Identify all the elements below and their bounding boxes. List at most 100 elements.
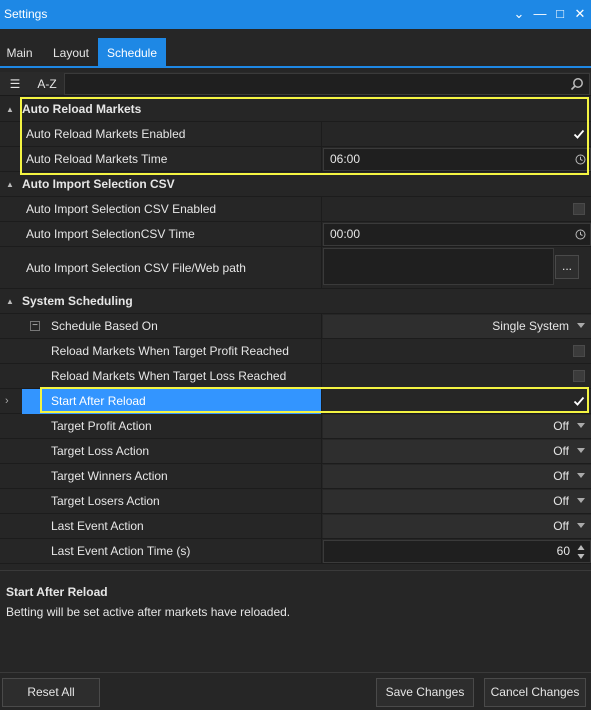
property-row[interactable]: Auto Reload Markets Time 06:00 [0, 147, 591, 172]
dropdown-value: Off [553, 469, 569, 483]
reset-all-button[interactable]: Reset All [2, 678, 100, 707]
maximize-icon[interactable]: □ [550, 4, 570, 24]
tab-bar: Main Layout Schedule [0, 38, 591, 68]
property-label: Target Winners Action [51, 469, 168, 483]
expand-collapse-icon[interactable]: − [30, 321, 40, 331]
csv-path-input[interactable] [323, 248, 554, 285]
browse-button[interactable]: ... [555, 255, 579, 279]
property-row[interactable]: Auto Reload Markets Enabled [0, 122, 591, 147]
property-value [321, 122, 591, 147]
target-losers-action-dropdown[interactable]: Off [323, 490, 591, 513]
cancel-changes-button[interactable]: Cancel Changes [484, 678, 586, 707]
time-value: 00:00 [330, 227, 361, 241]
property-label: Target Loss Action [51, 444, 150, 458]
footer-bar: Reset All Save Changes Cancel Changes [0, 672, 591, 710]
property-row[interactable]: Last Event Action Time (s) 60 [0, 539, 591, 564]
property-row[interactable]: Target Profit Action Off [0, 414, 591, 439]
auto-reload-enabled-checkbox[interactable] [573, 128, 585, 140]
property-value [321, 197, 591, 222]
property-value: Off [321, 414, 591, 439]
property-label: Last Event Action [51, 519, 144, 533]
tab-schedule[interactable]: Schedule [98, 38, 166, 68]
chevron-down-icon[interactable]: ⌄ [509, 4, 529, 24]
property-label: Target Profit Action [51, 419, 152, 433]
reload-target-profit-checkbox[interactable] [573, 345, 585, 357]
clock-icon[interactable] [575, 229, 586, 240]
property-value [321, 364, 591, 389]
close-icon[interactable]: ✕ [570, 4, 590, 24]
chevron-down-icon [577, 498, 585, 503]
property-value: ... [321, 247, 591, 289]
description-title: Start After Reload [6, 585, 108, 599]
start-after-reload-checkbox[interactable] [573, 395, 585, 407]
property-row[interactable]: Auto Import Selection CSV File/Web path … [0, 247, 591, 289]
description-panel: Start After Reload Betting will be set a… [0, 570, 591, 670]
collapse-arrow-icon[interactable]: ▲ [6, 97, 14, 122]
chevron-down-icon [577, 323, 585, 328]
target-loss-action-dropdown[interactable]: Off [323, 440, 591, 463]
property-row[interactable]: Last Event Action Off [0, 514, 591, 539]
property-label: Target Losers Action [51, 494, 160, 508]
search-icon[interactable] [570, 77, 584, 91]
property-grid: ▲ Auto Reload Markets Auto Reload Market… [0, 97, 591, 567]
tab-main[interactable]: Main [0, 38, 39, 68]
collapse-arrow-icon[interactable]: ▲ [6, 289, 14, 314]
property-value [321, 389, 591, 414]
property-row[interactable]: Target Losers Action Off [0, 489, 591, 514]
property-label: Reload Markets When Target Profit Reache… [51, 344, 289, 358]
tab-layout[interactable]: Layout [45, 38, 97, 68]
property-row[interactable]: Auto Import SelectionCSV Time 00:00 [0, 222, 591, 247]
save-changes-button[interactable]: Save Changes [376, 678, 474, 707]
category-system-scheduling[interactable]: ▲ System Scheduling [0, 289, 591, 314]
property-value: 60 [321, 539, 591, 564]
property-label: Auto Reload Markets Time [26, 152, 168, 166]
property-label: Auto Import Selection CSV File/Web path [26, 261, 246, 275]
dropdown-value: Single System [492, 319, 569, 333]
property-value: 00:00 [321, 222, 591, 247]
target-profit-action-dropdown[interactable]: Off [323, 415, 591, 438]
target-winners-action-dropdown[interactable]: Off [323, 465, 591, 488]
window-title: Settings [4, 7, 48, 21]
spin-buttons-icon[interactable] [577, 544, 585, 560]
sort-az-button[interactable]: A-Z [31, 72, 63, 96]
property-row[interactable]: − Schedule Based On Single System [0, 314, 591, 339]
category-title: System Scheduling [22, 294, 133, 308]
last-event-action-dropdown[interactable]: Off [323, 515, 591, 538]
chevron-down-icon [577, 423, 585, 428]
category-title: Auto Reload Markets [22, 102, 142, 116]
chevron-down-icon [577, 523, 585, 528]
dropdown-value: Off [553, 494, 569, 508]
property-label: Start After Reload [51, 394, 146, 408]
auto-import-enabled-checkbox[interactable] [573, 203, 585, 215]
description-body: Betting will be set active after markets… [6, 605, 291, 619]
property-label: Reload Markets When Target Loss Reached [51, 369, 287, 383]
property-label: Auto Reload Markets Enabled [26, 127, 186, 141]
property-row[interactable]: Auto Import Selection CSV Enabled [0, 197, 591, 222]
dropdown-value: Off [553, 519, 569, 533]
property-label: Schedule Based On [51, 319, 158, 333]
last-event-time-stepper[interactable]: 60 [323, 540, 591, 563]
property-value [321, 339, 591, 364]
property-label: Last Event Action Time (s) [51, 544, 191, 558]
auto-reload-time-field[interactable]: 06:00 [323, 148, 591, 171]
property-row[interactable]: Target Loss Action Off [0, 439, 591, 464]
number-value: 60 [556, 544, 570, 558]
category-auto-reload-markets[interactable]: ▲ Auto Reload Markets [0, 97, 591, 122]
categorized-view-icon[interactable]: ☰ [2, 72, 28, 96]
collapse-arrow-icon[interactable]: ▲ [6, 172, 14, 197]
search-input[interactable] [64, 73, 590, 95]
category-auto-import-selection-csv[interactable]: ▲ Auto Import Selection CSV [0, 172, 591, 197]
reload-target-loss-checkbox[interactable] [573, 370, 585, 382]
auto-import-time-field[interactable]: 00:00 [323, 223, 591, 246]
clock-icon[interactable] [575, 154, 586, 165]
row-pointer-icon: › [5, 395, 9, 407]
schedule-based-on-dropdown[interactable]: Single System [323, 315, 591, 338]
chevron-down-icon [577, 473, 585, 478]
property-row-selected[interactable]: › Start After Reload [0, 389, 591, 414]
property-row[interactable]: Target Winners Action Off [0, 464, 591, 489]
property-value: Single System [321, 314, 591, 339]
property-row[interactable]: Reload Markets When Target Profit Reache… [0, 339, 591, 364]
check-icon [573, 129, 585, 139]
property-row[interactable]: Reload Markets When Target Loss Reached [0, 364, 591, 389]
minimize-icon[interactable]: — [530, 4, 550, 24]
